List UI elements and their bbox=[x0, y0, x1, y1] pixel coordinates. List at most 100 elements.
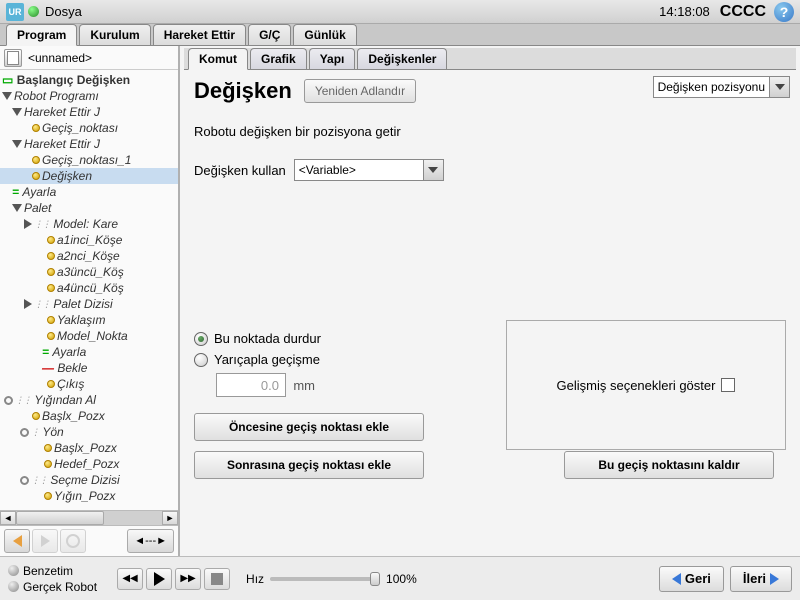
sim-mode-radio[interactable] bbox=[8, 565, 19, 576]
pattern-icon: ⋮⋮ bbox=[34, 216, 50, 232]
stop-here-radio[interactable] bbox=[194, 332, 208, 346]
arrow-right-icon bbox=[770, 573, 779, 585]
stop-here-label: Bu noktada durdur bbox=[214, 331, 321, 346]
real-mode-label: Gerçek Robot bbox=[23, 580, 97, 594]
set-icon: = bbox=[42, 344, 49, 360]
set-icon: = bbox=[12, 184, 19, 200]
speed-slider[interactable] bbox=[270, 577, 380, 581]
help-icon[interactable]: ? bbox=[774, 2, 794, 22]
waypoint-icon bbox=[47, 380, 55, 388]
tree-scrollbar[interactable]: ◄ ► bbox=[0, 510, 178, 526]
chevron-down-icon[interactable] bbox=[424, 159, 444, 181]
step-forward-button[interactable] bbox=[175, 568, 201, 590]
node-icon bbox=[20, 428, 29, 437]
subtab-command[interactable]: Komut bbox=[188, 48, 248, 70]
target-button[interactable] bbox=[60, 529, 86, 553]
waypoint-icon bbox=[47, 268, 55, 276]
waypoint-icon bbox=[44, 444, 52, 452]
wait-icon: — bbox=[42, 360, 54, 376]
footer: Benzetim Gerçek Robot Hız 100% Geri İler… bbox=[0, 556, 800, 600]
clock: 14:18:08 bbox=[659, 4, 710, 19]
connection-status-icon bbox=[28, 6, 39, 17]
tab-log[interactable]: Günlük bbox=[293, 24, 356, 45]
add-waypoint-after-button[interactable]: Sonrasına geçiş noktası ekle bbox=[194, 451, 424, 479]
speed-thumb[interactable] bbox=[370, 572, 380, 586]
use-variable-label: Değişken kullan bbox=[194, 163, 286, 178]
add-waypoint-before-button[interactable]: Öncesine geçiş noktası ekle bbox=[194, 413, 424, 441]
waypoint-type-select[interactable]: Değişken pozisyonu bbox=[653, 76, 790, 98]
subtab-structure[interactable]: Yapı bbox=[309, 48, 356, 69]
sequence-icon: ⋮⋮ bbox=[34, 296, 50, 312]
blend-radius-unit: mm bbox=[293, 378, 315, 393]
back-button[interactable]: Geri bbox=[659, 566, 724, 592]
next-button[interactable]: İleri bbox=[730, 566, 792, 592]
tab-installation[interactable]: Kurulum bbox=[79, 24, 150, 45]
playback-controls bbox=[117, 568, 230, 590]
variable-select[interactable]: <Variable> bbox=[294, 159, 444, 181]
real-mode-radio[interactable] bbox=[8, 581, 19, 592]
tab-program[interactable]: Program bbox=[6, 24, 77, 46]
remove-waypoint-button[interactable]: Bu geçiş noktasını kaldır bbox=[564, 451, 774, 479]
speed-label: Hız bbox=[246, 572, 264, 586]
node-icon bbox=[20, 476, 29, 485]
waypoint-icon bbox=[32, 156, 40, 164]
command-panel: Değişken pozisyonu Değişken Yeniden Adla… bbox=[180, 70, 800, 556]
tab-move[interactable]: Hareket Ettir bbox=[153, 24, 246, 45]
stop-button[interactable] bbox=[204, 568, 230, 590]
node-icon bbox=[4, 396, 13, 405]
command-tabs: Komut Grafik Yapı Değişkenler bbox=[184, 48, 796, 70]
sim-mode-label: Benzetim bbox=[23, 564, 73, 578]
advanced-options-box: Gelişmiş seçenekleri göster bbox=[506, 320, 786, 450]
arrow-left-icon bbox=[672, 573, 681, 585]
tab-io[interactable]: G/Ç bbox=[248, 24, 291, 45]
waypoint-icon bbox=[47, 252, 55, 260]
tree-selected-item[interactable]: Değişken bbox=[0, 168, 178, 184]
waypoint-icon bbox=[44, 460, 52, 468]
save-icon[interactable] bbox=[4, 49, 22, 67]
command-title: Değişken bbox=[194, 78, 292, 104]
waypoint-icon bbox=[47, 332, 55, 340]
status-text: CCCC bbox=[720, 3, 766, 21]
program-tree-sidebar: <unnamed> ▭ Başlangıç Değişken Robot Pro… bbox=[0, 46, 180, 556]
blend-radius-input[interactable]: 0.0 bbox=[216, 373, 286, 397]
redo-button[interactable] bbox=[32, 529, 58, 553]
expand-icon[interactable] bbox=[12, 140, 22, 148]
subtab-graphics[interactable]: Grafik bbox=[250, 48, 307, 69]
command-description: Robotu değişken bir pozisyona getir bbox=[194, 124, 786, 139]
window-title: Dosya bbox=[45, 4, 659, 19]
advanced-options-checkbox[interactable] bbox=[721, 378, 735, 392]
file-bar: <unnamed> bbox=[0, 46, 178, 70]
blend-radius-radio[interactable] bbox=[194, 353, 208, 367]
waypoint-icon bbox=[32, 124, 40, 132]
step-back-button[interactable] bbox=[117, 568, 143, 590]
play-button[interactable] bbox=[146, 568, 172, 590]
collapse-icon[interactable] bbox=[24, 299, 32, 309]
main-tabs: Program Kurulum Hareket Ettir G/Ç Günlük bbox=[0, 24, 800, 46]
waypoint-icon bbox=[32, 172, 40, 180]
scroll-right-button[interactable]: ► bbox=[162, 511, 178, 525]
undo-button[interactable] bbox=[4, 529, 30, 553]
tree-nav-row: ◄---► bbox=[0, 526, 178, 556]
program-filename: <unnamed> bbox=[28, 51, 92, 65]
waypoint-icon bbox=[47, 316, 55, 324]
program-tree[interactable]: ▭ Başlangıç Değişken Robot Programı Hare… bbox=[0, 70, 178, 510]
ur-logo: UR bbox=[6, 3, 24, 21]
titlebar: UR Dosya 14:18:08 CCCC ? bbox=[0, 0, 800, 24]
reorder-button[interactable]: ◄---► bbox=[127, 529, 174, 553]
waypoint-icon bbox=[44, 492, 52, 500]
blend-radius-label: Yarıçapla geçişme bbox=[214, 352, 320, 367]
chevron-down-icon[interactable] bbox=[770, 76, 790, 98]
waypoint-icon bbox=[47, 236, 55, 244]
collapse-icon[interactable] bbox=[24, 219, 32, 229]
subtab-variables[interactable]: Değişkenler bbox=[357, 48, 447, 69]
expand-icon[interactable] bbox=[2, 92, 12, 100]
speed-value: 100% bbox=[386, 572, 417, 586]
waypoint-icon bbox=[32, 412, 40, 420]
expand-icon[interactable] bbox=[12, 108, 22, 116]
rename-button[interactable]: Yeniden Adlandır bbox=[304, 79, 416, 103]
advanced-options-label: Gelişmiş seçenekleri göster bbox=[557, 378, 716, 393]
scroll-left-button[interactable]: ◄ bbox=[0, 511, 16, 525]
scroll-thumb[interactable] bbox=[16, 511, 104, 525]
expand-icon[interactable] bbox=[12, 204, 22, 212]
init-vars-icon: ▭ bbox=[2, 72, 13, 88]
